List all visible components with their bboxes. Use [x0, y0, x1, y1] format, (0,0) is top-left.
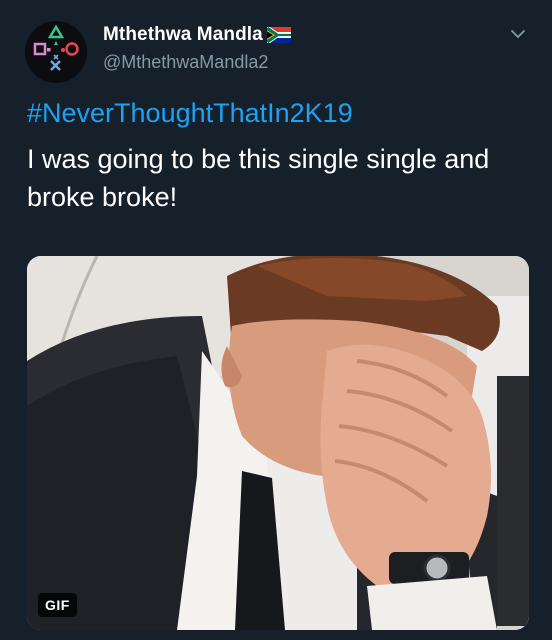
- display-name[interactable]: Mthethwa Mandla: [103, 24, 263, 46]
- tweet-gif[interactable]: GIF: [27, 256, 529, 630]
- facepalm-man-image: [27, 256, 529, 630]
- gif-badge: GIF: [38, 593, 77, 617]
- chevron-down-icon[interactable]: [508, 24, 528, 44]
- south-africa-flag-icon: [266, 27, 291, 43]
- playstation-symbols-avatar-icon: [25, 21, 87, 83]
- avatar[interactable]: [25, 21, 87, 83]
- handle[interactable]: @MthethwaMandla2: [103, 52, 268, 73]
- hashtag-link[interactable]: #NeverThoughtThatIn2K19: [27, 98, 353, 129]
- tweet-card[interactable]: Mthethwa Mandla @MthethwaMandla2 #NeverT…: [0, 0, 552, 640]
- tweet-text: I was going to be this single single and…: [27, 144, 490, 212]
- name-row: Mthethwa Mandla: [103, 24, 291, 46]
